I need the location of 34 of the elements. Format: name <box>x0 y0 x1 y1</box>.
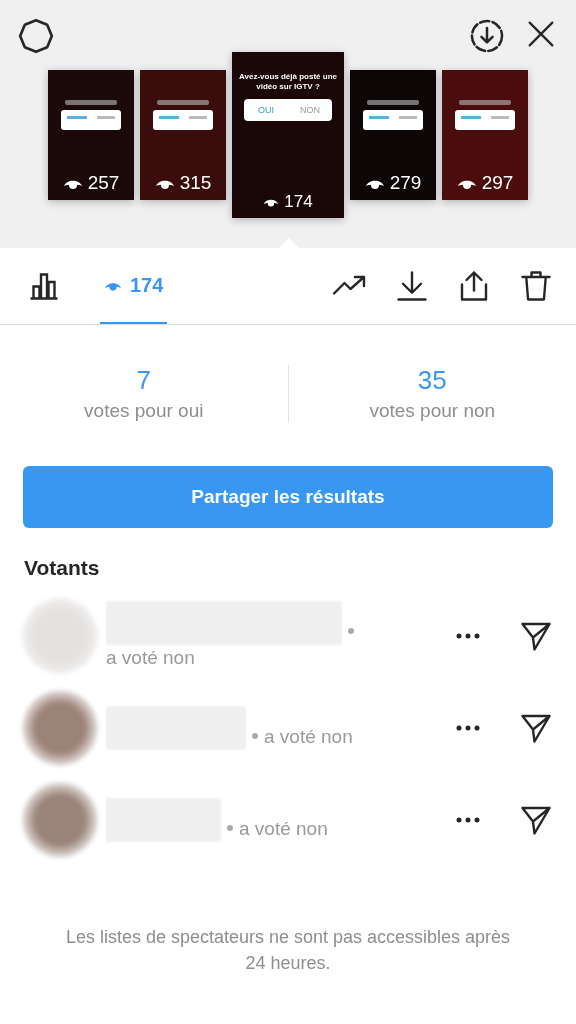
view-count: 257 <box>87 172 120 194</box>
separator-dot <box>252 733 258 739</box>
vote-count: 35 <box>417 365 447 396</box>
avatar[interactable] <box>22 690 98 766</box>
view-count: 297 <box>481 172 514 194</box>
vote-label: votes pour non <box>369 400 496 422</box>
poll-question: Avez-vous déjà posté une vidéo sur IGTV ? <box>238 72 338 93</box>
view-count: 315 <box>179 172 212 194</box>
vote-status: a voté non <box>106 647 195 668</box>
separator-dot <box>227 825 233 831</box>
story-thumbnail[interactable]: Avez-vous déjà posté une vidéo sur IGTV ? OUI NON 174 <box>232 52 344 218</box>
section-title: Votants <box>23 555 101 581</box>
avatar[interactable] <box>22 782 98 858</box>
separator-dot <box>348 628 354 634</box>
vote-status: a voté non <box>239 818 328 839</box>
more-icon[interactable] <box>456 725 480 731</box>
settings-icon[interactable] <box>16 16 56 56</box>
view-count: 279 <box>389 172 422 194</box>
vote-status: a voté non <box>264 726 353 747</box>
vote-label: votes pour oui <box>84 400 204 422</box>
story-thumbnail[interactable]: 257 <box>48 70 134 200</box>
footer-note: Les listes de spectateurs ne sont pas accessibles après 24 heures. <box>64 926 512 975</box>
view-count: 174 <box>284 192 313 212</box>
story-thumbnail[interactable]: 297 <box>442 70 528 200</box>
more-icon[interactable] <box>456 817 480 823</box>
story-thumbnail[interactable]: 315 <box>140 70 226 200</box>
more-icon[interactable] <box>456 633 480 639</box>
trash-icon[interactable] <box>518 268 554 304</box>
download-icon[interactable] <box>468 17 506 55</box>
poll-option: OUI <box>244 98 288 121</box>
poll-option: NON <box>288 98 332 121</box>
vote-count: 7 <box>136 365 151 396</box>
story-thumbnail[interactable]: 279 <box>350 70 436 200</box>
download-icon[interactable] <box>394 268 430 304</box>
